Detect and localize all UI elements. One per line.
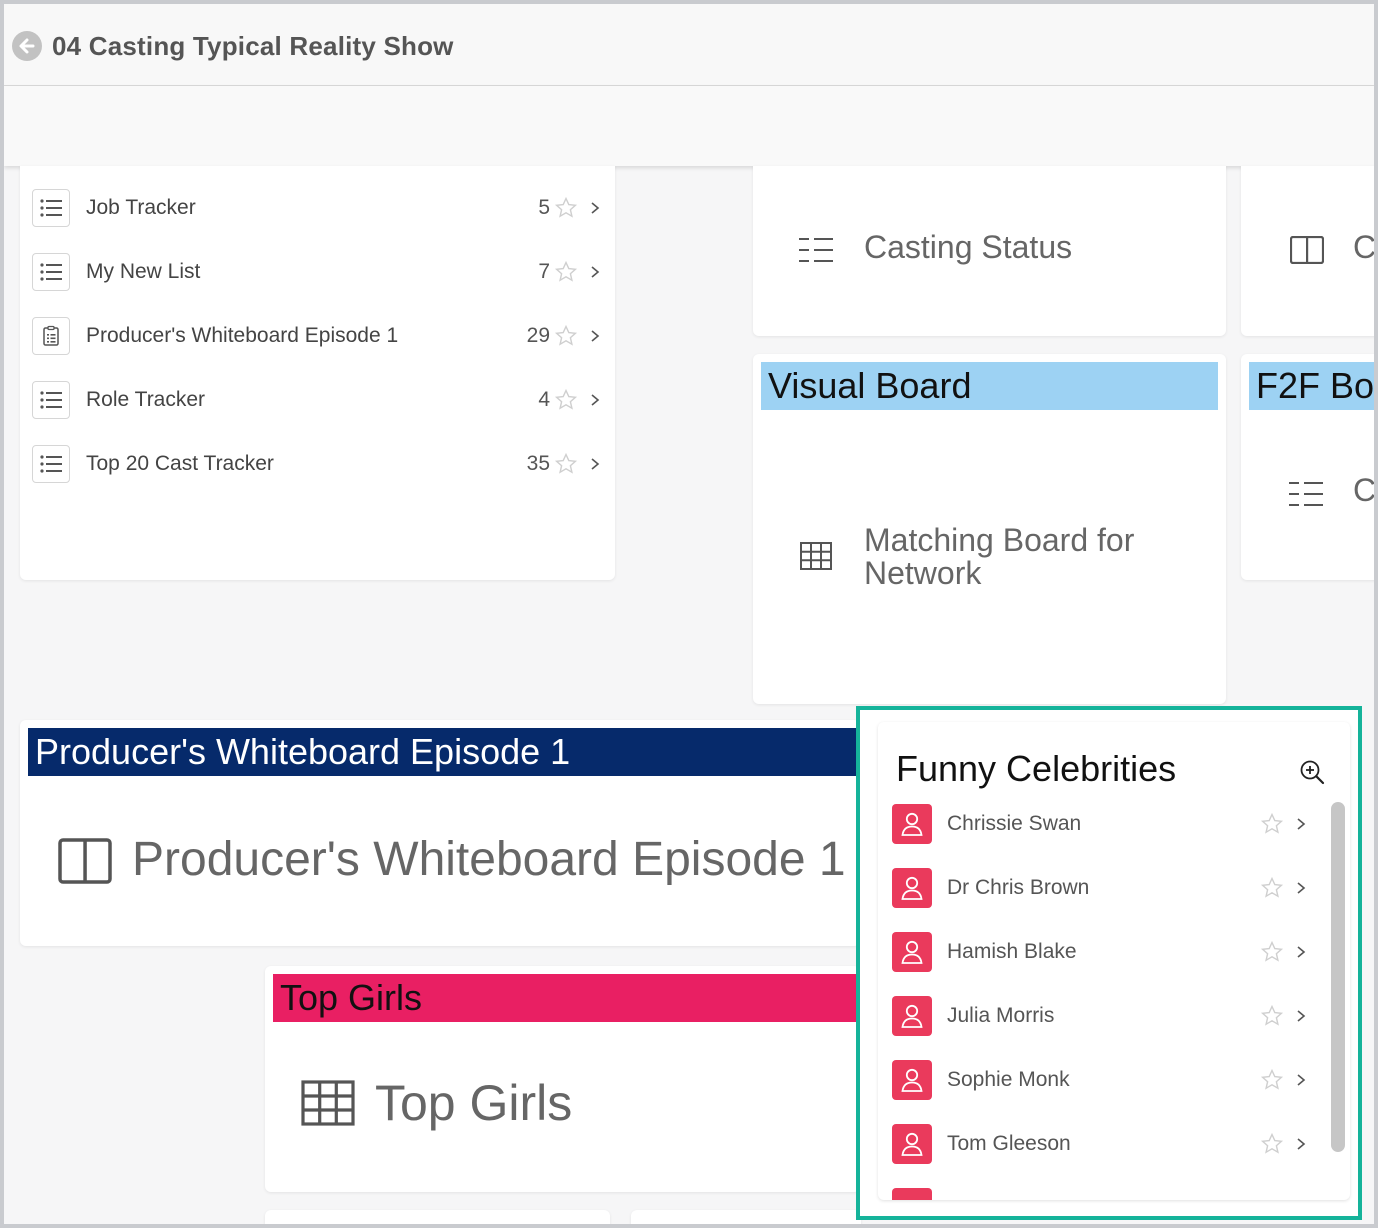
star-icon[interactable] xyxy=(554,324,578,348)
avatar-partial xyxy=(892,1188,932,1200)
star-icon[interactable] xyxy=(554,452,578,476)
chevron-right-icon[interactable] xyxy=(1294,1073,1308,1087)
tile-partial-bottom-right[interactable] xyxy=(631,1210,861,1224)
list-item-role-tracker[interactable]: Role Tracker 4 xyxy=(32,380,602,420)
scrollbar[interactable] xyxy=(1328,802,1345,1192)
person-icon xyxy=(892,996,932,1036)
star-icon[interactable] xyxy=(1260,1132,1284,1156)
chevron-right-icon[interactable] xyxy=(588,393,602,407)
highlight-frame: Funny Celebrities Chrissie Swan Dr Chris… xyxy=(856,706,1362,1220)
tile-header: Top Girls xyxy=(273,974,860,1022)
celebrity-name: Julia Morris xyxy=(947,1004,1055,1027)
star-icon[interactable] xyxy=(554,388,578,412)
star-icon[interactable] xyxy=(1260,876,1284,900)
tile-header: Visual Board xyxy=(761,362,1218,410)
tile-label: Producer's Whiteboard Episode 1 xyxy=(132,833,846,886)
list-item-count: 4 xyxy=(538,388,550,411)
page-title: 04 Casting Typical Reality Show xyxy=(52,31,454,61)
list-item-top-20-cast-tracker[interactable]: Top 20 Cast Tracker 35 xyxy=(32,444,602,484)
list-item-label: Producer's Whiteboard Episode 1 xyxy=(86,324,399,347)
grid-icon xyxy=(301,1080,355,1126)
celebrity-name: Tom Gleeson xyxy=(947,1132,1071,1155)
celebrity-name: Sophie Monk xyxy=(947,1068,1070,1091)
tile-label: C xyxy=(1353,472,1377,508)
list-item-celebrity[interactable]: Dr Chris Brown xyxy=(892,866,1308,910)
tile-f2f-board[interactable]: F2F Bo C xyxy=(1241,354,1377,580)
funny-celebrities-panel: Funny Celebrities Chrissie Swan Dr Chris… xyxy=(878,722,1350,1200)
list-item-count: 7 xyxy=(538,260,550,283)
chevron-right-icon[interactable] xyxy=(1294,817,1308,831)
star-icon[interactable] xyxy=(1260,1068,1284,1092)
list-icon xyxy=(32,381,70,419)
list-item-celebrity[interactable]: Tom Gleeson xyxy=(892,1122,1308,1166)
list-icon xyxy=(32,253,70,291)
checklist-icon xyxy=(799,238,833,262)
chevron-right-icon[interactable] xyxy=(1294,945,1308,959)
celebrity-name: Chrissie Swan xyxy=(947,812,1082,835)
person-icon xyxy=(892,1124,932,1164)
tile-label: Matching Board for Network xyxy=(864,522,1135,591)
zoom-in-icon[interactable] xyxy=(1298,758,1326,786)
tile-partial-right-top[interactable]: C xyxy=(1241,166,1377,336)
tile-casting-status[interactable]: Casting Status xyxy=(753,166,1226,336)
tile-partial-bottom-left[interactable] xyxy=(265,1210,610,1224)
title-bar: 04 Casting Typical Reality Show xyxy=(4,4,1374,86)
columns-icon xyxy=(1290,236,1324,264)
star-icon[interactable] xyxy=(554,196,578,220)
tile-header: F2F Bo xyxy=(1249,362,1374,410)
tile-header: Producer's Whiteboard Episode 1 xyxy=(28,728,860,776)
tile-top-girls[interactable]: Top Girls Top Girls xyxy=(265,966,860,1192)
tile-visual-board[interactable]: Visual Board Matching Board for Network xyxy=(753,354,1226,704)
star-icon[interactable] xyxy=(1260,812,1284,836)
list-item-count: 29 xyxy=(526,324,550,347)
list-item-celebrity[interactable]: Julia Morris xyxy=(892,994,1308,1038)
person-icon xyxy=(892,804,932,844)
chevron-right-icon[interactable] xyxy=(1294,1009,1308,1023)
list-item-label: My New List xyxy=(86,260,201,283)
scrollbar-thumb[interactable] xyxy=(1331,802,1345,1152)
list-item-label: Top 20 Cast Tracker xyxy=(86,452,274,475)
list-item-celebrity[interactable]: Hamish Blake xyxy=(892,930,1308,974)
list-item-job-tracker[interactable]: Job Tracker 5 xyxy=(32,188,602,228)
list-item-producers-whiteboard[interactable]: Producer's Whiteboard Episode 1 29 xyxy=(32,316,602,356)
arrow-left-icon xyxy=(19,38,35,54)
star-icon[interactable] xyxy=(554,260,578,284)
clipboard-icon xyxy=(32,317,70,355)
list-item-label: Role Tracker xyxy=(86,388,206,411)
toolbar xyxy=(4,86,1374,166)
list-icon xyxy=(32,189,70,227)
person-icon xyxy=(892,868,932,908)
chevron-right-icon[interactable] xyxy=(588,329,602,343)
back-button[interactable] xyxy=(12,31,42,61)
lists-card: Job Tracker 5 My New List 7 Producer's W… xyxy=(20,166,615,580)
list-item-celebrity[interactable]: Sophie Monk xyxy=(892,1058,1308,1102)
celebrity-name: Dr Chris Brown xyxy=(947,876,1090,899)
chevron-right-icon[interactable] xyxy=(588,265,602,279)
star-icon[interactable] xyxy=(1260,1004,1284,1028)
tile-producers-whiteboard[interactable]: Producer's Whiteboard Episode 1 Producer… xyxy=(20,720,860,946)
celebrity-name: Hamish Blake xyxy=(947,940,1077,963)
list-icon xyxy=(32,445,70,483)
list-item-my-new-list[interactable]: My New List 7 xyxy=(32,252,602,292)
star-icon[interactable] xyxy=(1260,940,1284,964)
checklist-icon xyxy=(1289,482,1323,506)
person-icon xyxy=(892,932,932,972)
grid-icon xyxy=(800,542,832,570)
tile-label: Top Girls xyxy=(375,1075,573,1131)
list-item-label: Job Tracker xyxy=(86,196,196,219)
chevron-right-icon[interactable] xyxy=(588,201,602,215)
list-item-celebrity[interactable]: Chrissie Swan xyxy=(892,802,1308,846)
chevron-right-icon[interactable] xyxy=(588,457,602,471)
tile-label: C xyxy=(1353,229,1377,265)
columns-icon xyxy=(58,838,112,884)
list-item-count: 35 xyxy=(526,452,550,475)
tile-label: Casting Status xyxy=(864,229,1073,265)
chevron-right-icon[interactable] xyxy=(1294,1137,1308,1151)
app-frame: 04 Casting Typical Reality Show Job Trac… xyxy=(0,0,1378,1228)
person-icon xyxy=(892,1060,932,1100)
chevron-right-icon[interactable] xyxy=(1294,881,1308,895)
list-item-count: 5 xyxy=(538,196,550,219)
panel-title: Funny Celebrities xyxy=(896,748,1177,789)
